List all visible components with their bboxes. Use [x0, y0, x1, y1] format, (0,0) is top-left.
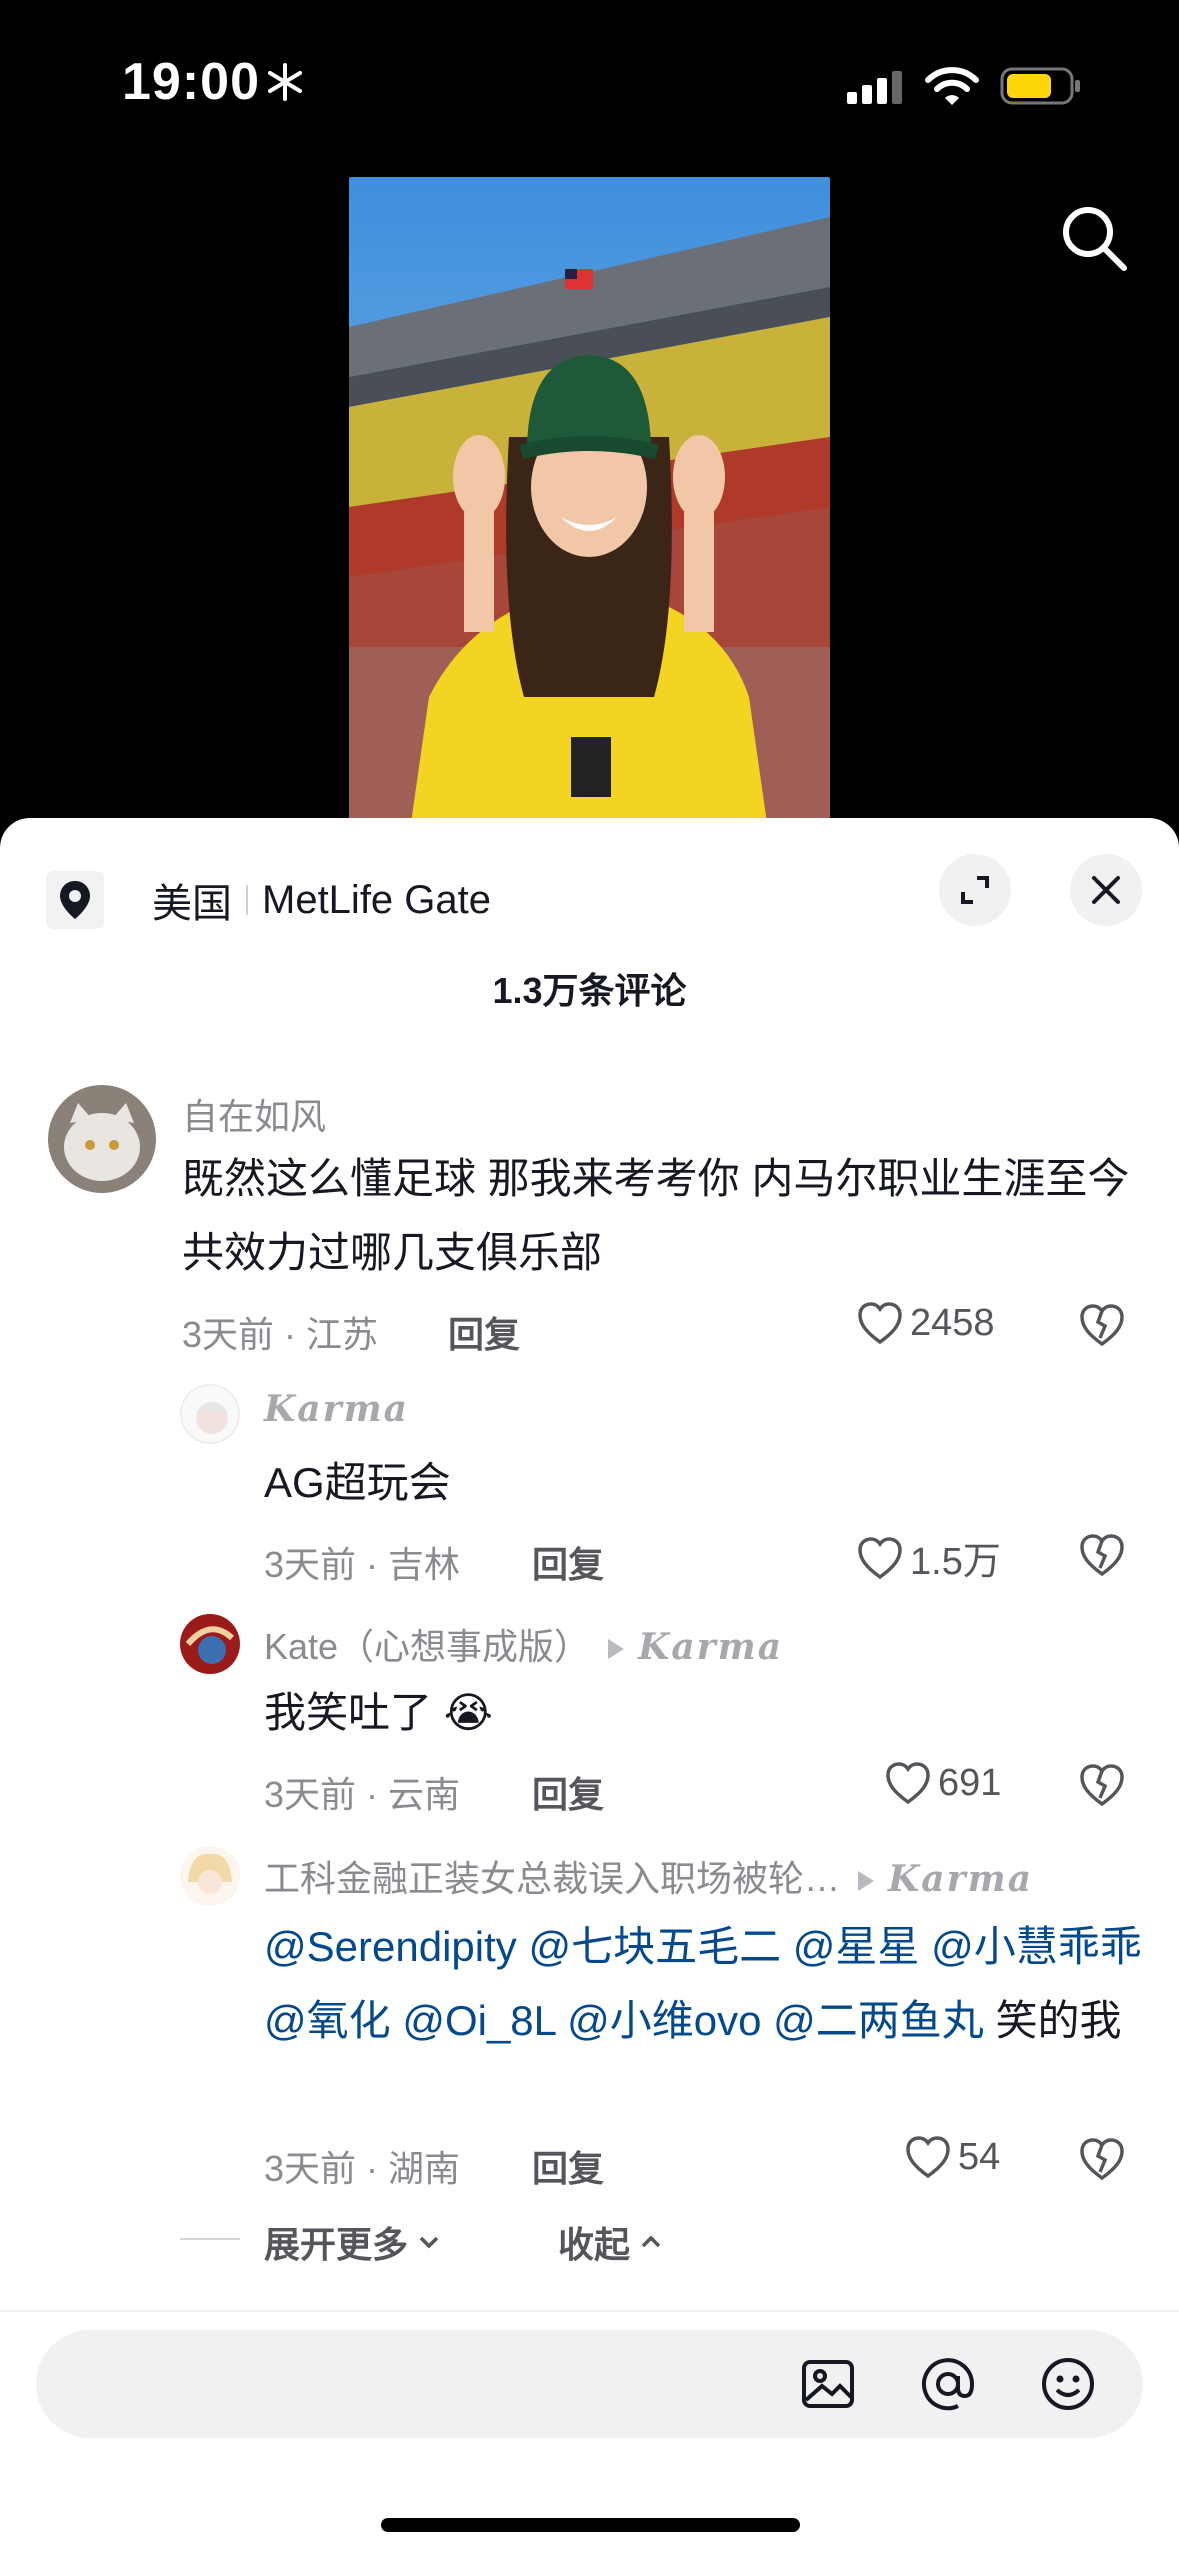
like-count: 2458	[910, 1301, 995, 1344]
wifi-icon	[925, 67, 979, 105]
comment-time-location: 3天前 · 湖南	[264, 2148, 461, 2189]
location-pin-icon	[46, 871, 104, 929]
expand-more-button[interactable]: 展开更多	[264, 2216, 444, 2268]
video-player[interactable]	[0, 150, 1179, 837]
like-button[interactable]: 1.5万	[856, 1530, 1001, 1585]
comment-author[interactable]: Kate（心想事成版） Karma	[264, 1618, 783, 1670]
comment-content: 我笑吐了 😭	[264, 1689, 493, 1736]
avatar[interactable]	[180, 1846, 240, 1906]
comment-content: AG超玩会	[264, 1459, 451, 1506]
reply-button[interactable]: 回复	[532, 1536, 604, 1588]
like-count: 691	[938, 1761, 1002, 1804]
comments-sheet: 美国 MetLife Gate 1.3万条评论	[0, 818, 1179, 2556]
mention-link[interactable]: @二两鱼丸	[773, 1997, 984, 2044]
expand-sheet-button[interactable]	[939, 854, 1011, 926]
heart-icon	[906, 2136, 950, 2179]
like-count: 54	[958, 2135, 1001, 2178]
mention-link[interactable]: @Oi_8L	[402, 1997, 555, 2044]
image-icon[interactable]	[798, 2354, 858, 2414]
heart-icon	[886, 1762, 930, 1805]
broken-heart-icon[interactable]	[1078, 1762, 1126, 1808]
like-button[interactable]: 2458	[856, 1300, 995, 1346]
comment-content: @Serendipity @七块五毛二 @星星 @小慧乖乖 @氧化 @Oi_8L…	[264, 1910, 1144, 2058]
comment-text: 笑的我	[995, 1997, 1122, 2044]
location-row[interactable]: 美国 MetLife Gate	[46, 868, 491, 932]
mention-link[interactable]: @小维ovo	[567, 1997, 761, 2044]
comment-time-location: 3天前 · 云南	[264, 1774, 461, 1815]
mention-link[interactable]: @氧化	[264, 1997, 391, 2044]
broken-heart-icon[interactable]	[1078, 1532, 1126, 1578]
status-time: 19:00	[122, 53, 260, 111]
location-country: 美国	[152, 882, 232, 926]
expand-icon	[961, 876, 989, 904]
mention-link[interactable]: @Serendipity	[264, 1923, 517, 1970]
status-bar: 19:00	[0, 0, 1179, 150]
heart-icon	[858, 1536, 902, 1579]
close-icon	[1092, 876, 1120, 904]
broken-heart-icon[interactable]	[1078, 2136, 1126, 2182]
comment-author[interactable]: 自在如风	[182, 1088, 326, 1140]
reply-button[interactable]: 回复	[532, 2140, 604, 2192]
video-thumbnail[interactable]	[349, 177, 830, 837]
comment-time-location: 3天前 · 吉林	[264, 1544, 461, 1585]
avatar[interactable]	[180, 1384, 240, 1444]
cellular-signal-icon	[847, 71, 902, 104]
location-separator	[246, 885, 248, 915]
emoji-icon[interactable]	[1038, 2354, 1098, 2414]
chevron-up-icon	[641, 2235, 661, 2248]
like-button[interactable]: 54	[904, 2134, 1000, 2180]
search-icon[interactable]	[1058, 202, 1130, 274]
crying-emoji: 😭	[443, 1689, 493, 1736]
location-place: MetLife Gate	[262, 877, 492, 922]
input-divider	[0, 2310, 1179, 2312]
chevron-down-icon	[419, 2236, 439, 2249]
like-count: 1.5万	[910, 1541, 1001, 1583]
mention-link[interactable]: @星星	[793, 1923, 920, 1970]
avatar[interactable]	[48, 1085, 156, 1193]
like-button[interactable]: 691	[884, 1760, 1001, 1806]
home-indicator[interactable]	[381, 2518, 800, 2532]
comment-author[interactable]: 工科金融正装女总裁误入职场被轮… Karma	[264, 1850, 1033, 1902]
divider-line	[180, 2238, 240, 2240]
close-sheet-button[interactable]	[1070, 854, 1142, 926]
at-mention-icon[interactable]	[918, 2354, 978, 2414]
comment-time-location: 3天前 · 江苏	[182, 1314, 379, 1355]
battery-icon	[1000, 67, 1080, 105]
collapse-button[interactable]: 收起	[558, 2216, 666, 2268]
comment-author[interactable]: Karma	[264, 1388, 409, 1430]
snowflake-icon	[268, 63, 302, 101]
reply-arrow-icon	[608, 1639, 625, 1660]
comment-content: 既然这么懂足球 那我来考考你 内马尔职业生涯至今共效力过哪几支俱乐部	[182, 1155, 1130, 1276]
mention-link[interactable]: @七块五毛二	[528, 1923, 781, 1970]
mention-link[interactable]: @小慧乖乖	[931, 1923, 1142, 1970]
broken-heart-icon[interactable]	[1078, 1302, 1126, 1348]
reply-arrow-icon	[858, 1871, 875, 1892]
comment-count: 1.3万条评论	[492, 970, 687, 1011]
reply-button[interactable]: 回复	[448, 1306, 520, 1358]
avatar[interactable]	[180, 1614, 240, 1674]
replies-toggle-row: 展开更多 收起	[0, 2210, 1179, 2270]
heart-icon	[858, 1302, 902, 1345]
comment-input-bar[interactable]	[36, 2330, 1143, 2438]
reply-button[interactable]: 回复	[532, 1766, 604, 1818]
